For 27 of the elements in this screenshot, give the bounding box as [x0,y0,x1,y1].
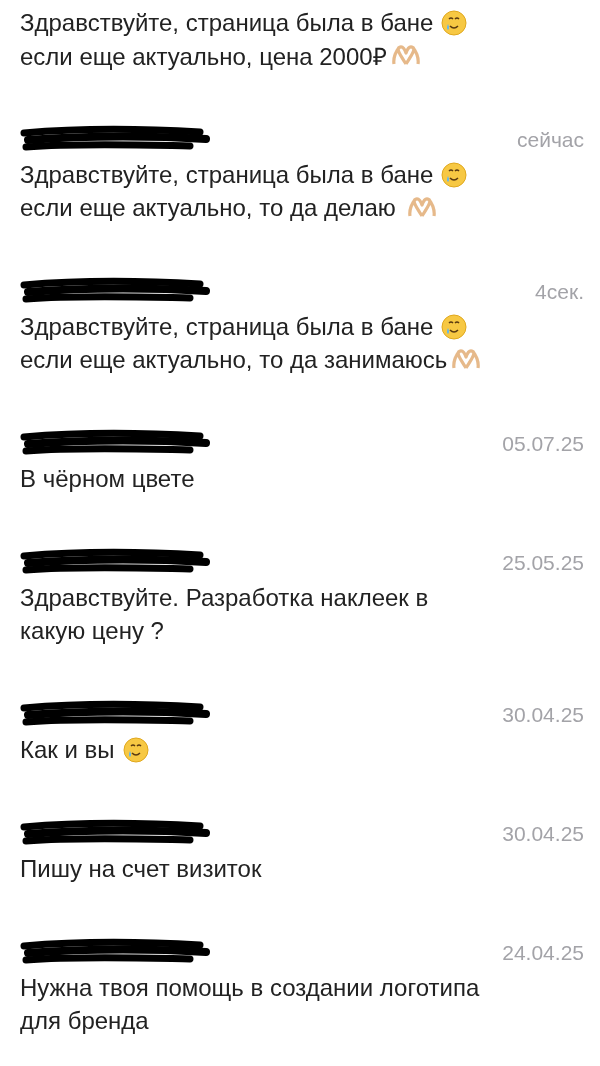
message-preview: Как и вы [20,735,115,764]
message-preview: если еще актуально, то да делаю [20,193,397,222]
heart-hands-icon [451,347,482,372]
message-preview: если еще актуально, цена 2000₽ [20,42,387,72]
message-preview: Здравствуйте, страница была в бане [20,312,434,341]
message-preview: Здравствуйте, страница была в бане [20,160,434,189]
message-preview: если еще актуально, то да занимаюсь [20,345,448,374]
smiling-face-with-tear-icon [441,161,468,188]
message-time: 25.05.25 [502,551,584,575]
smiling-face-with-tear-icon [441,313,468,340]
heart-hands-icon [390,43,421,68]
message-preview: Нужна твоя помощь в создании логотипа [20,973,480,1002]
message-time: 30.04.25 [502,822,584,846]
message-preview: какую цену ? [20,616,164,645]
message-time: 4сек. [535,280,584,304]
smiling-face-with-tear-icon [441,9,468,36]
message-preview: Здравствуйте. Разработка наклеек в [20,583,429,612]
message-time: 30.04.25 [502,703,584,727]
message-time: 24.04.25 [502,941,584,965]
message-time: 05.07.25 [502,432,584,456]
message-preview: Здравствуйте, страница была в бане [20,8,434,37]
heart-hands-icon [406,195,437,220]
message-preview: для бренда [20,1006,149,1035]
message-preview: Пишу на счет визиток [20,854,262,883]
message-preview: В чёрном цвете [20,464,195,493]
smiling-face-with-tear-icon [122,736,149,763]
message-time: сейчас [516,128,584,152]
